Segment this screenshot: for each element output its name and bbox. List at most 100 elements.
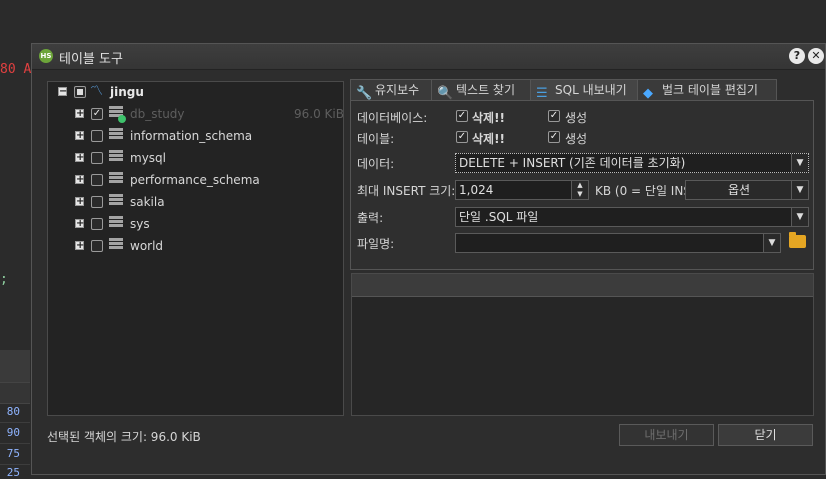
options-dropdown[interactable]: 옵션 ▼ [685, 180, 809, 200]
db-checkbox[interactable] [91, 240, 103, 252]
db-name-label: world [130, 239, 164, 253]
table-drop-label: 삭제!! [472, 132, 506, 146]
db-checkbox[interactable] [91, 152, 103, 164]
tab-label: SQL 내보내기 [555, 83, 627, 97]
close-button[interactable]: 닫기 [718, 424, 813, 446]
tab-label: 벌크 테이블 편집기 [662, 83, 758, 97]
db-size-label: 96.0 KiB [294, 107, 344, 121]
chevron-down-icon[interactable]: ▼ [763, 234, 780, 252]
database-icon [109, 150, 123, 165]
chevron-down-icon[interactable]: ▼ [791, 154, 808, 172]
heidisql-logo-icon: HS [39, 49, 53, 63]
database-tree[interactable]: − 〽 jingu + ✓ db_study 96.0 KiB + inform… [47, 81, 344, 416]
tree-item-world[interactable]: + world [48, 236, 343, 256]
server-connection-icon: 〽 [90, 84, 104, 99]
db-checkbox[interactable] [91, 174, 103, 186]
tree-item-sakila[interactable]: + sakila [48, 192, 343, 212]
kb-hint-label: KB (0 = 단일 INS [595, 184, 685, 198]
expand-icon[interactable]: + [75, 241, 84, 251]
background-panel-band [0, 350, 30, 382]
spin-buttons-icon[interactable]: ▲ ▼ [571, 181, 588, 199]
database-label: 데이터베이스: [357, 111, 428, 125]
background-row-number: 75 [6, 447, 20, 460]
selected-size-status: 선택된 객체의 크기: 96.0 KiB [47, 430, 201, 444]
database-icon [109, 128, 123, 143]
data-mode-select[interactable]: DELETE + INSERT (기존 데이터를 초기화) ▼ [455, 153, 809, 173]
help-button[interactable]: ? [789, 48, 805, 64]
max-insert-size-input[interactable]: 1,024 ▲ ▼ [455, 180, 589, 200]
db-name-label: sys [130, 217, 150, 231]
expand-icon[interactable]: + [75, 197, 84, 207]
db-checkbox[interactable] [91, 218, 103, 230]
db-checkbox[interactable] [91, 196, 103, 208]
tab-bulk-table-editor[interactable]: ◆ 벌크 테이블 편집기 [637, 79, 777, 101]
db-name-label: performance_schema [130, 173, 260, 187]
expand-icon[interactable]: + [75, 175, 84, 185]
database-icon [109, 216, 123, 231]
db-name-label: db_study [130, 107, 185, 121]
database-create-checkbox[interactable]: ✓ [548, 110, 560, 122]
export-button[interactable]: 내보내기 [619, 424, 714, 446]
tab-maintenance[interactable]: 🔧 유지보수 [350, 79, 432, 101]
chevron-down-icon[interactable]: ▼ [791, 181, 808, 199]
background-row-line [0, 443, 30, 444]
max-insert-size-label: 최대 INSERT 크기: [357, 184, 456, 198]
database-drop-checkbox[interactable]: ✓ [456, 110, 468, 122]
dialog-title: 테이블 도구 [59, 52, 123, 67]
tab-sql-export[interactable]: ☰ SQL 내보내기 [530, 79, 638, 101]
db-name-label: sakila [130, 195, 165, 209]
tree-item-mysql[interactable]: + mysql [48, 148, 343, 168]
table-drop-checkbox[interactable]: ✓ [456, 131, 468, 143]
database-icon [109, 238, 123, 253]
tool-tabs: 🔧 유지보수 🔍 텍스트 찾기 ☰ SQL 내보내기 ◆ 벌크 테이블 편집기 [350, 79, 825, 101]
database-create-label: 생성 [565, 111, 588, 125]
export-result-grid[interactable] [351, 273, 814, 416]
data-label: 데이터: [357, 157, 395, 171]
output-label: 출력: [357, 211, 384, 225]
background-row-number: 90 [6, 426, 20, 439]
tab-find-text[interactable]: 🔍 텍스트 찾기 [431, 79, 531, 101]
background-row-line [0, 422, 30, 423]
expand-icon[interactable]: + [75, 109, 84, 119]
table-create-label: 생성 [565, 132, 588, 146]
max-insert-size-value: 1,024 [459, 183, 494, 197]
database-drop-label: 삭제!! [472, 111, 506, 125]
background-row-number: 25 [6, 466, 20, 479]
tree-item-sys[interactable]: + sys [48, 214, 343, 234]
table-tools-dialog: HS 테이블 도구 ? ✕ − 〽 jingu + ✓ db_study 96.… [31, 43, 826, 475]
expand-icon[interactable]: + [75, 153, 84, 163]
tree-item-db-study[interactable]: + ✓ db_study 96.0 KiB [48, 104, 344, 124]
table-create-checkbox[interactable]: ✓ [548, 131, 560, 143]
database-icon [109, 106, 126, 123]
expand-icon[interactable]: + [75, 131, 84, 141]
expand-icon[interactable]: + [75, 219, 84, 229]
folder-open-icon[interactable] [789, 232, 806, 248]
tab-label: 텍스트 찾기 [456, 83, 516, 97]
options-label: 옵션 [727, 183, 751, 197]
collapse-icon[interactable]: − [58, 87, 67, 97]
connection-checkbox[interactable] [74, 86, 86, 98]
database-icon [109, 172, 123, 187]
db-checkbox[interactable]: ✓ [91, 108, 103, 120]
background-code-semicolon: ; [0, 272, 8, 287]
tab-label: 유지보수 [375, 83, 420, 97]
background-row-number: 80 [6, 405, 20, 418]
tree-item-performance-schema[interactable]: + performance_schema [48, 170, 343, 190]
chevron-down-icon[interactable]: ▼ [791, 208, 808, 226]
dialog-titlebar[interactable]: HS 테이블 도구 ? ✕ [32, 44, 825, 70]
data-mode-value: DELETE + INSERT (기존 데이터를 초기화) [459, 156, 686, 170]
tree-item-information-schema[interactable]: + information_schema [48, 126, 343, 146]
filename-input[interactable]: ▼ [455, 233, 781, 253]
database-icon [109, 194, 123, 209]
background-grid-header [0, 382, 30, 404]
sql-export-panel: 데이터베이스: ✓ 삭제!! ✓ 생성 테이블: ✓ 삭제!! ✓ 생성 데이터… [350, 100, 814, 270]
db-name-label: information_schema [130, 129, 253, 143]
db-name-label: mysql [130, 151, 166, 165]
table-label: 테이블: [357, 132, 395, 146]
output-value: 단일 .SQL 파일 [459, 210, 539, 224]
output-select[interactable]: 단일 .SQL 파일 ▼ [455, 207, 809, 227]
background-code-fragment: 80 A [0, 62, 32, 77]
close-window-button[interactable]: ✕ [808, 48, 824, 64]
db-checkbox[interactable] [91, 130, 103, 142]
tree-connection-row[interactable]: − 〽 jingu [48, 82, 343, 102]
